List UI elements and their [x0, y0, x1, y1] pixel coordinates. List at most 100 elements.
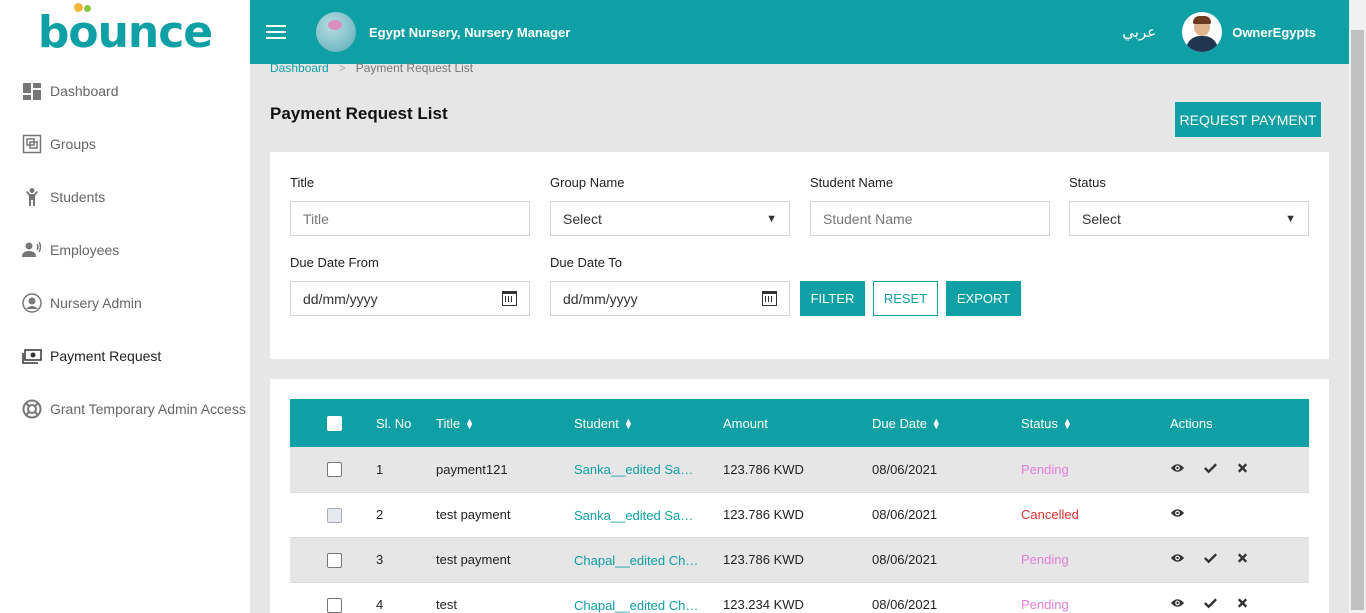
chevron-down-icon: ▼: [766, 212, 777, 225]
page-title: Payment Request List: [270, 104, 448, 123]
cell-due-date: 08/06/2021: [872, 461, 938, 477]
due-date-from-label: Due Date From: [290, 255, 379, 270]
sort-icon[interactable]: ▲ ▼: [624, 417, 633, 431]
row-checkbox[interactable]: [327, 462, 342, 478]
bounce-logo[interactable]: bounce: [38, 2, 213, 58]
cell-student: Sanka__edited Sanka__edited: [574, 447, 723, 492]
sidebar-item-label: Dashboard: [50, 82, 119, 99]
cell-actions: [1170, 582, 1309, 613]
student-link[interactable]: Sanka__edited Sanka__edited: [574, 508, 699, 523]
col-student[interactable]: Student ▲ ▼: [574, 399, 723, 447]
approve-check-icon[interactable]: [1203, 597, 1218, 609]
view-eye-icon[interactable]: [1170, 462, 1185, 474]
group-name-select[interactable]: Select ▼: [550, 201, 790, 236]
status-filter-label: Status: [1069, 175, 1106, 190]
student-icon: [22, 187, 42, 207]
status-badge: Pending: [1021, 461, 1069, 477]
due-date-to-label: Due Date To: [550, 255, 623, 270]
table-row: 2 test payment Sanka__edited Sanka__edit…: [290, 492, 1309, 537]
filter-panel: Title Title Group Name Select ▼ Student N…: [270, 152, 1329, 359]
table-header-row: Sl. No Title ▲ ▼ Student ▲ ▼ Amount Due Date…: [290, 399, 1309, 447]
reject-close-icon[interactable]: [1235, 597, 1250, 609]
sort-icon[interactable]: ▲ ▼: [465, 417, 474, 431]
row-checkbox[interactable]: [327, 552, 342, 568]
user-name[interactable]: OwnerEgypts: [1232, 25, 1316, 40]
sidebar-item-label: Groups: [50, 135, 96, 152]
sidebar-item-groups[interactable]: Groups: [0, 117, 250, 170]
sort-icon[interactable]: ▲ ▼: [1063, 417, 1072, 431]
approve-check-icon[interactable]: [1203, 462, 1218, 474]
reset-button[interactable]: RESET: [873, 281, 938, 316]
row-select-cell: [290, 582, 376, 613]
cell-due-date: 08/06/2021: [872, 507, 938, 522]
sidebar-item-grant-temporary-admin-access[interactable]: Grant Temporary Admin Access: [0, 382, 250, 435]
filter-button[interactable]: FILTER: [800, 281, 865, 316]
view-eye-icon[interactable]: [1170, 507, 1185, 519]
status-select[interactable]: Select ▼: [1069, 201, 1309, 236]
row-checkbox[interactable]: [327, 597, 342, 613]
col-title-label: Title: [436, 415, 461, 431]
col-student-label: Student: [574, 415, 619, 431]
calendar-icon[interactable]: [502, 291, 517, 306]
select-all-cell: [290, 399, 376, 447]
sidebar-item-students[interactable]: Students: [0, 170, 250, 223]
cell-title: test: [436, 597, 457, 612]
due-date-to-filter: Due Date To dd/mm/yyyy: [550, 255, 790, 316]
row-checkbox[interactable]: [327, 507, 342, 523]
sidebar-item-label: Employees: [50, 241, 120, 258]
view-eye-icon[interactable]: [1170, 597, 1185, 609]
status-select-value: Select: [1082, 210, 1121, 227]
cell-amount: 123.786 KWD: [723, 552, 804, 567]
cell-actions: [1170, 537, 1309, 582]
col-status[interactable]: Status ▲ ▼: [1021, 399, 1170, 447]
student-name-filter-label: Student Name: [810, 175, 894, 190]
sort-icon[interactable]: ▲ ▼: [932, 417, 941, 431]
cell-student: Chapal__edited Chapal__edited: [574, 582, 723, 613]
title-input[interactable]: Title: [290, 201, 530, 236]
scrollbar-thumb[interactable]: [1351, 30, 1364, 610]
sidebar-item-employees[interactable]: Employees: [0, 223, 250, 276]
student-link[interactable]: Chapal__edited Chapal__edited: [574, 553, 699, 568]
org-name: Egypt Nursery, Nursery Manager: [369, 24, 571, 40]
cell-due-date: 08/06/2021: [872, 597, 938, 612]
breadcrumb-current: Payment Request List: [355, 61, 474, 75]
title-filter-label: Title: [290, 175, 315, 190]
reject-close-icon[interactable]: [1235, 552, 1250, 564]
calendar-icon[interactable]: [762, 291, 777, 306]
request-payment-button[interactable]: REQUEST PAYMENT: [1175, 102, 1321, 137]
approve-check-icon[interactable]: [1203, 552, 1218, 564]
page-scrollbar[interactable]: [1349, 0, 1366, 613]
sidebar-item-nursery-admin[interactable]: Nursery Admin: [0, 276, 250, 329]
student-name-input-placeholder: Student Name: [823, 210, 913, 227]
user-avatar[interactable]: [1182, 12, 1223, 52]
cell-student: Sanka__edited Sanka__edited: [574, 492, 723, 537]
view-eye-icon[interactable]: [1170, 552, 1185, 564]
select-all-checkbox[interactable]: [327, 416, 342, 432]
col-title[interactable]: Title ▲ ▼: [436, 399, 574, 447]
export-button[interactable]: EXPORT: [946, 281, 1021, 316]
due-date-from-input[interactable]: dd/mm/yyyy: [290, 281, 530, 316]
sidebar-item-payment-request[interactable]: Payment Request: [0, 329, 250, 382]
col-amount: Amount: [723, 415, 768, 431]
student-name-input[interactable]: Student Name: [810, 201, 1050, 236]
cell-student: Chapal__edited Chapal__edited: [574, 537, 723, 582]
employees-icon: [22, 240, 42, 260]
due-date-to-input[interactable]: dd/mm/yyyy: [550, 281, 790, 316]
top-header: Egypt Nursery, Nursery Manager عربي Owne…: [250, 0, 1366, 64]
col-status-label: Status: [1021, 415, 1058, 431]
sidebar-item-dashboard[interactable]: Dashboard: [0, 64, 250, 117]
menu-toggle-icon[interactable]: [266, 25, 286, 39]
cell-amount: 123.786 KWD: [723, 461, 804, 477]
reject-close-icon[interactable]: [1235, 462, 1250, 474]
cell-amount: 123.786 KWD: [723, 507, 804, 522]
col-due-date[interactable]: Due Date ▲ ▼: [872, 399, 1021, 447]
student-link[interactable]: Sanka__edited Sanka__edited: [574, 462, 699, 477]
cell-title: test payment: [436, 507, 511, 522]
title-filter: Title Title: [290, 175, 530, 236]
payment-table-panel: Sl. No Title ▲ ▼ Student ▲ ▼ Amount Due Date…: [270, 379, 1329, 613]
breadcrumb-home-link[interactable]: Dashboard: [270, 61, 329, 75]
language-switch[interactable]: عربي: [1122, 23, 1156, 41]
sidebar: bounce Dashboard Groups Students Employe…: [0, 0, 250, 613]
student-link[interactable]: Chapal__edited Chapal__edited: [574, 598, 699, 613]
dashboard-icon: [22, 81, 42, 101]
